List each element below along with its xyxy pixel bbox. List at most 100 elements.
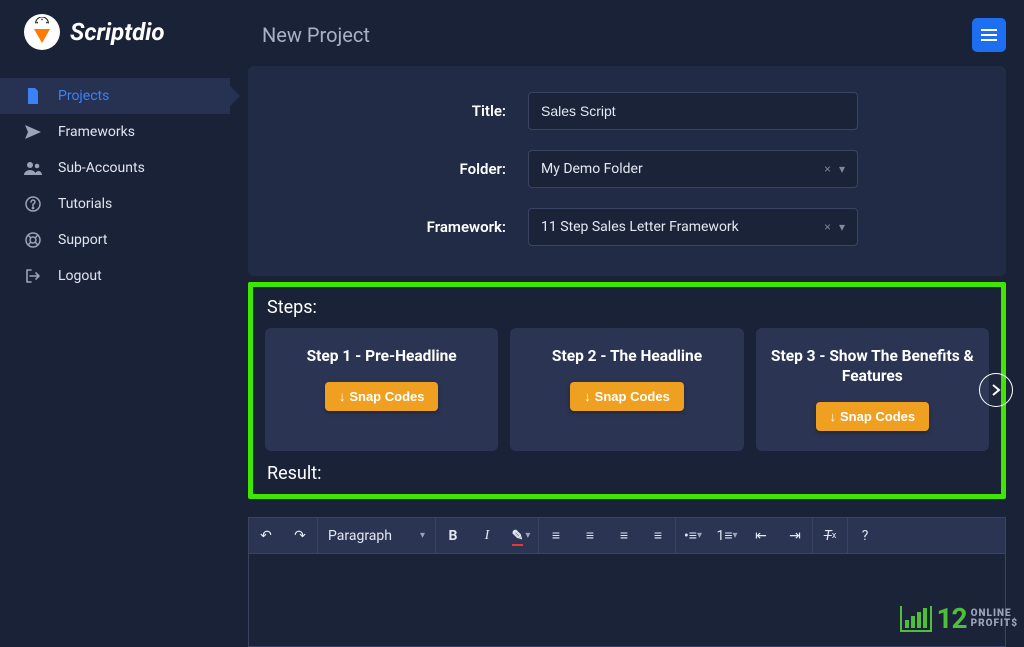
sidebar: Scriptdio Projects Frameworks Sub-Accoun… — [0, 0, 230, 641]
outdent-icon: ⇤ — [755, 528, 767, 544]
main: New Project Title: Folder: My Demo Folde… — [230, 0, 1024, 641]
redo-icon: ↷ — [294, 528, 306, 544]
rich-text-editor: ↶ ↷ Paragraph ▾ B I ✎ ▾ — [248, 517, 1006, 647]
paper-plane-icon — [22, 125, 44, 139]
sidebar-item-frameworks[interactable]: Frameworks — [0, 114, 230, 150]
undo-button[interactable]: ↶ — [249, 518, 283, 553]
indent-button[interactable]: ⇥ — [778, 518, 812, 553]
text-color-icon: ✎ — [512, 528, 524, 544]
number-list-icon: 1≡ — [716, 527, 732, 544]
italic-button[interactable]: I — [470, 518, 504, 553]
sidebar-item-label: Frameworks — [58, 124, 135, 140]
snap-label: Snap Codes — [840, 409, 915, 424]
document-icon — [22, 88, 44, 104]
framework-label: Framework: — [268, 218, 528, 236]
sidebar-item-support[interactable]: Support — [0, 222, 230, 258]
sidebar-item-subaccounts[interactable]: Sub-Accounts — [0, 150, 230, 186]
outdent-button[interactable]: ⇤ — [744, 518, 778, 553]
download-icon: ↓ — [584, 389, 591, 404]
align-left-icon: ≡ — [552, 527, 560, 544]
number-list-button[interactable]: 1≡▾ — [710, 518, 744, 553]
watermark-number: 12 — [936, 602, 966, 635]
steps-highlight: Steps: Step 1 - Pre-Headline ↓ Snap Code… — [248, 282, 1006, 499]
snap-codes-button[interactable]: ↓ Snap Codes — [325, 382, 439, 411]
step-title: Step 2 - The Headline — [552, 346, 702, 366]
step-card-3: Step 3 - Show The Benefits & Features ↓ … — [756, 328, 989, 451]
step-title: Step 1 - Pre-Headline — [307, 346, 457, 366]
chevron-down-icon: ▾ — [697, 530, 702, 541]
clear-icon[interactable]: × — [824, 220, 831, 234]
watermark: 12 ONLINE PROFIT$ — [900, 602, 1018, 635]
bars-icon — [900, 606, 932, 632]
clear-icon[interactable]: × — [824, 162, 831, 176]
align-right-icon: ≡ — [620, 527, 628, 544]
title-label: Title: — [268, 102, 528, 120]
align-center-icon: ≡ — [586, 527, 594, 544]
hamburger-icon — [981, 29, 997, 41]
next-step-button[interactable] — [979, 373, 1013, 407]
clear-format-icon: T — [824, 528, 832, 544]
result-label: Result: — [267, 463, 989, 484]
framework-select[interactable]: 11 Step Sales Letter Framework × ▾ — [528, 208, 858, 246]
step-title: Step 3 - Show The Benefits & Features — [768, 346, 977, 386]
align-justify-button[interactable]: ≡ — [641, 518, 675, 553]
sidebar-item-label: Support — [58, 232, 107, 248]
download-icon: ↓ — [339, 389, 346, 404]
question-circle-icon — [22, 196, 44, 212]
title-input[interactable] — [528, 92, 858, 130]
sidebar-item-label: Projects — [58, 88, 109, 104]
undo-icon: ↶ — [260, 528, 272, 544]
chevron-down-icon: ▾ — [839, 162, 845, 176]
logo: Scriptdio — [0, 0, 230, 68]
chevron-right-icon — [991, 383, 1001, 397]
sidebar-item-tutorials[interactable]: Tutorials — [0, 186, 230, 222]
format-select[interactable]: Paragraph ▾ — [318, 518, 435, 553]
flame-icon — [34, 29, 50, 43]
snap-codes-button[interactable]: ↓ Snap Codes — [570, 382, 684, 411]
logo-text: Scriptdio — [70, 18, 165, 46]
text-color-button[interactable]: ✎ ▾ — [504, 518, 538, 553]
chevron-down-icon: ▾ — [733, 530, 738, 541]
watermark-text: ONLINE PROFIT$ — [971, 609, 1018, 629]
align-center-button[interactable]: ≡ — [573, 518, 607, 553]
snap-label: Snap Codes — [595, 389, 670, 404]
sidebar-item-projects[interactable]: Projects — [0, 78, 230, 114]
page-title: New Project — [262, 23, 370, 47]
editor-body[interactable] — [249, 554, 1005, 646]
gear-icon — [33, 17, 51, 25]
sidebar-item-label: Sub-Accounts — [58, 160, 145, 176]
sidebar-item-label: Logout — [58, 268, 102, 284]
chevron-down-icon: ▾ — [525, 530, 530, 541]
life-ring-icon — [22, 232, 44, 248]
framework-select-value: 11 Step Sales Letter Framework — [541, 219, 739, 235]
folder-select-value: My Demo Folder — [541, 161, 643, 177]
nav: Projects Frameworks Sub-Accounts Tutoria… — [0, 68, 230, 294]
menu-toggle-button[interactable] — [972, 18, 1006, 52]
form-panel: Title: Folder: My Demo Folder × ▾ Framew… — [248, 66, 1006, 276]
step-card-1: Step 1 - Pre-Headline ↓ Snap Codes — [265, 328, 498, 451]
format-select-label: Paragraph — [328, 528, 392, 544]
topbar: New Project — [248, 18, 1006, 52]
indent-icon: ⇥ — [789, 528, 801, 544]
help-icon: ? — [862, 528, 869, 544]
clear-format-button[interactable]: Tx — [813, 518, 847, 553]
steps-label: Steps: — [267, 297, 989, 318]
logout-icon — [22, 269, 44, 283]
sidebar-item-label: Tutorials — [58, 196, 112, 212]
italic-icon: I — [485, 528, 490, 544]
folder-select[interactable]: My Demo Folder × ▾ — [528, 150, 858, 188]
snap-codes-button[interactable]: ↓ Snap Codes — [816, 402, 930, 431]
help-button[interactable]: ? — [848, 518, 882, 553]
snap-label: Snap Codes — [349, 389, 424, 404]
steps-row: Step 1 - Pre-Headline ↓ Snap Codes Step … — [265, 328, 989, 451]
download-icon: ↓ — [830, 409, 837, 424]
align-left-button[interactable]: ≡ — [539, 518, 573, 553]
align-justify-icon: ≡ — [654, 527, 662, 544]
step-card-2: Step 2 - The Headline ↓ Snap Codes — [510, 328, 743, 451]
folder-label: Folder: — [268, 160, 528, 178]
redo-button[interactable]: ↷ — [283, 518, 317, 553]
bold-button[interactable]: B — [436, 518, 470, 553]
align-right-button[interactable]: ≡ — [607, 518, 641, 553]
bullet-list-button[interactable]: •≡▾ — [676, 518, 710, 553]
sidebar-item-logout[interactable]: Logout — [0, 258, 230, 294]
